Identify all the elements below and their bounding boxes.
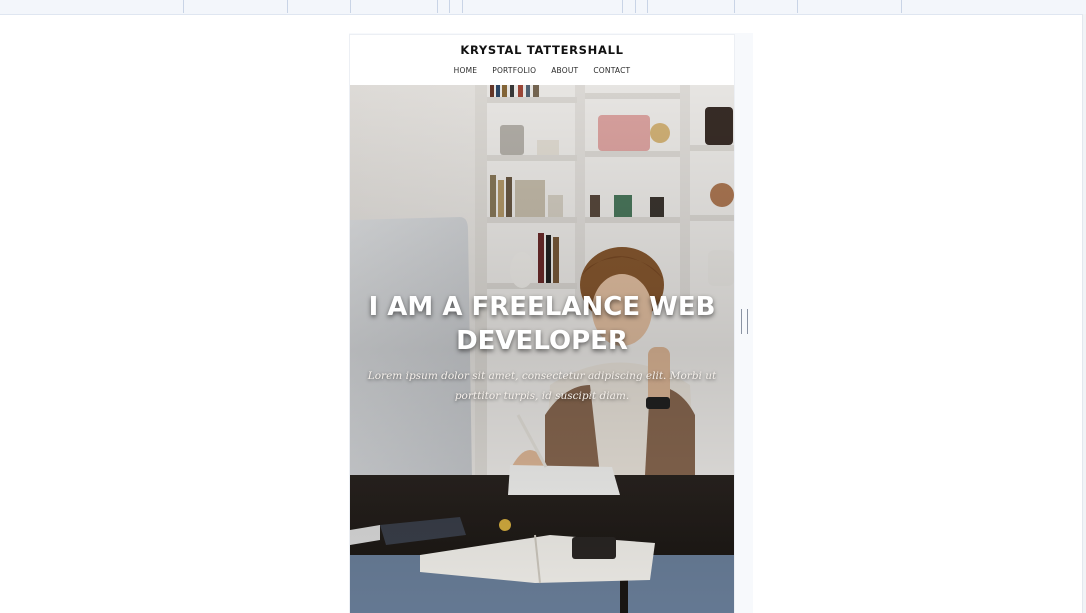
nav-contact-link[interactable]: CONTACT	[593, 66, 630, 75]
ruler-tick	[350, 0, 351, 13]
hero-section: I AM A FREELANCE WEB DEVELOPER Lorem ips…	[350, 85, 734, 613]
ruler-tick	[797, 0, 798, 13]
ruler-tick	[183, 0, 184, 13]
site-header: KRYSTAL TATTERSHALL HOME PORTFOLIO ABOUT…	[350, 35, 734, 85]
preview-resize-handle[interactable]	[741, 309, 748, 334]
ruler-tick	[635, 0, 636, 13]
hero-subtext[interactable]: Lorem ipsum dolor sit amet, consectetur …	[356, 366, 728, 406]
canvas-scrollbar[interactable]	[1082, 14, 1086, 613]
device-preview: KRYSTAL TATTERSHALL HOME PORTFOLIO ABOUT…	[350, 35, 734, 613]
ruler-tick	[734, 0, 735, 13]
ruler-tick	[901, 0, 902, 13]
nav-portfolio-link[interactable]: PORTFOLIO	[492, 66, 536, 75]
ruler-tick	[287, 0, 288, 13]
ruler-tick	[622, 0, 623, 13]
hero-text-block: I AM A FREELANCE WEB DEVELOPER Lorem ips…	[350, 290, 734, 406]
site-title[interactable]: KRYSTAL TATTERSHALL	[350, 35, 734, 57]
ruler-tick	[437, 0, 438, 13]
nav-about-link[interactable]: ABOUT	[551, 66, 578, 75]
nav-home-link[interactable]: HOME	[454, 66, 478, 75]
hero-heading[interactable]: I AM A FREELANCE WEB DEVELOPER	[350, 290, 734, 358]
ruler-tick	[449, 0, 450, 13]
ruler-tick	[462, 0, 463, 13]
editor-ruler	[0, 0, 1086, 15]
site-nav: HOME PORTFOLIO ABOUT CONTACT	[350, 66, 734, 75]
ruler-tick	[647, 0, 648, 13]
